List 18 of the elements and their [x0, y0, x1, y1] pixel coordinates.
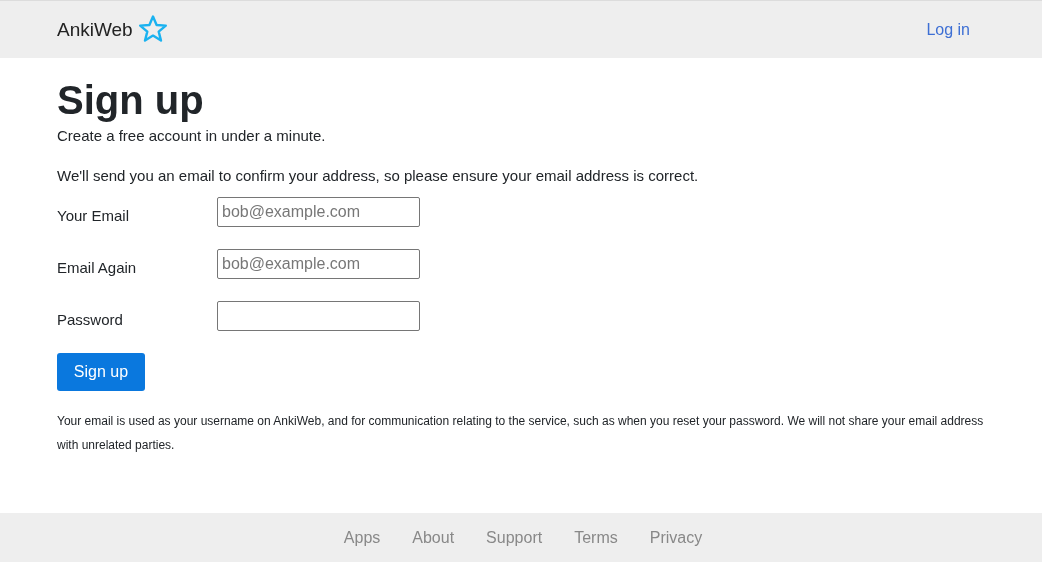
- field-label: Your Email: [57, 205, 130, 224]
- privacy-note: Your email is used as your username on AnkiWeb, and for communication relating to the service, such as when you reset your password. We will not share your email address with unrelated parties.: [57, 413, 985, 454]
- sign-up-button[interactable]: Sign up: [57, 353, 145, 391]
- input-field[interactable]: bob@example.com: [217, 249, 420, 279]
- footer-link[interactable]: Apps: [343, 528, 381, 547]
- input-field[interactable]: bob@example.com: [217, 197, 420, 227]
- notice-text: We'll send you an email to confirm your address, so please ensure your email address is correct.: [57, 166, 700, 186]
- page-title: Sign up: [57, 77, 205, 124]
- input-field[interactable]: [217, 301, 420, 331]
- login-link[interactable]: Log in: [926, 20, 970, 39]
- field-label: Password: [57, 309, 124, 328]
- field-label: Email Again: [57, 257, 138, 276]
- footer-link[interactable]: Support: [486, 528, 543, 547]
- intro-text: Create a free account in under a minute.: [57, 126, 327, 146]
- footer-link[interactable]: Terms: [574, 528, 618, 547]
- footer-link[interactable]: About: [412, 528, 455, 547]
- footer-link[interactable]: Privacy: [649, 528, 703, 547]
- logo-text: AnkiWeb: [57, 18, 133, 41]
